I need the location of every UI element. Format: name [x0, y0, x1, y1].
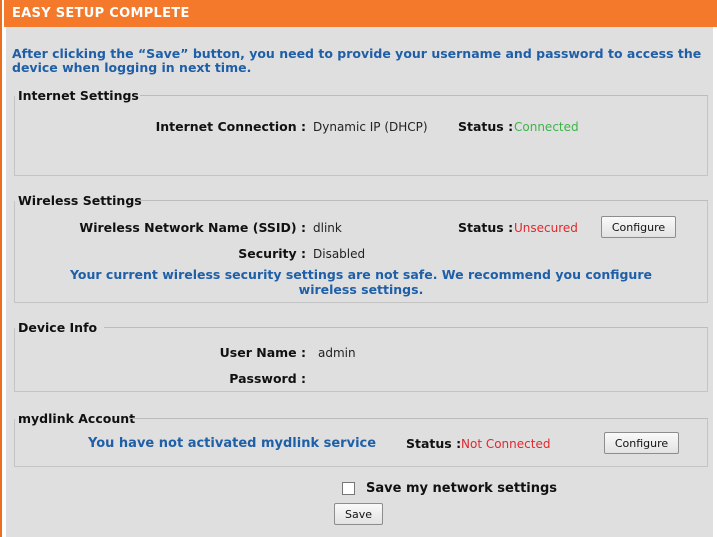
mydlink-status-label: Status :: [406, 436, 462, 451]
page-title: EASY SETUP COMPLETE: [4, 0, 717, 27]
internet-status-value: Connected: [514, 120, 579, 134]
internet-connection-label: Internet Connection :: [155, 119, 306, 134]
wireless-configure-button[interactable]: Configure: [601, 216, 676, 238]
save-settings-label: Save my network settings: [366, 481, 558, 496]
wireless-status-label: Status :: [458, 220, 514, 235]
device-info-panel: [14, 328, 708, 392]
username-value: admin: [318, 346, 356, 360]
mydlink-status-value: Not Connected: [461, 437, 551, 451]
save-button[interactable]: Save: [334, 503, 383, 525]
wireless-warning: Your current wireless security settings …: [70, 267, 652, 297]
mydlink-configure-button[interactable]: Configure: [604, 432, 679, 454]
security-label: Security :: [238, 246, 306, 261]
ssid-label: Wireless Network Name (SSID) :: [79, 220, 306, 235]
save-settings-checkbox[interactable]: [342, 482, 355, 495]
password-label: Password :: [229, 371, 306, 386]
intro-text: After clicking the “Save” button, you ne…: [12, 46, 702, 75]
internet-settings-panel: [14, 96, 708, 176]
wireless-status-value: Unsecured: [514, 221, 578, 235]
internet-status-label: Status :: [458, 119, 514, 134]
username-label: User Name :: [219, 345, 306, 360]
security-value: Disabled: [313, 247, 366, 261]
mydlink-message: You have not activated mydlink service: [88, 436, 377, 451]
internet-connection-value: Dynamic IP (DHCP): [313, 120, 428, 134]
ssid-value: dlink: [313, 221, 342, 235]
